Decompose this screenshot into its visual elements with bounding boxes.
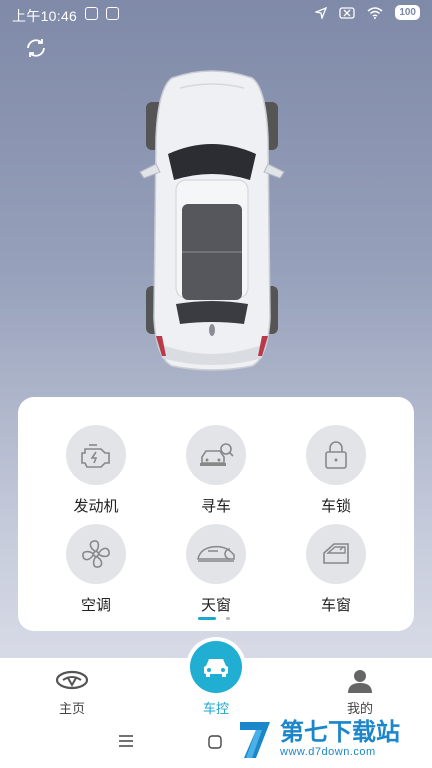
brand-logo-icon — [55, 670, 89, 690]
lock-label: 车锁 — [320, 498, 351, 515]
nav-me[interactable] — [315, 668, 405, 697]
ac-control[interactable]: 空调 — [41, 524, 151, 615]
find-car-icon — [200, 443, 234, 466]
menu-icon — [119, 735, 133, 747]
window-label: 车窗 — [320, 597, 351, 614]
user-icon — [348, 670, 372, 693]
vehicle-control-panel: 发动机 寻车 车锁 空调 天窗 车窗 — [18, 397, 414, 631]
watermark-logo-icon — [240, 722, 270, 758]
status-notification-icons — [85, 7, 119, 20]
refresh-button[interactable] — [24, 36, 48, 60]
lock-control[interactable]: 车锁 — [281, 425, 391, 516]
status-bar: 上午10:46 100 — [0, 0, 432, 28]
sunroof-icon — [197, 545, 235, 562]
page-dot[interactable] — [226, 617, 230, 620]
home-square-icon — [208, 735, 222, 749]
wifi-icon — [367, 6, 383, 19]
fan-icon — [82, 540, 110, 568]
engine-control[interactable]: 发动机 — [41, 425, 151, 516]
window-button-circle[interactable] — [306, 524, 366, 584]
cloud-notification-icon — [106, 7, 119, 20]
sunroof-button-circle[interactable] — [186, 524, 246, 584]
car-control-icon — [204, 659, 228, 677]
watermark: 第七下载站 www.d7down.com — [236, 716, 400, 760]
window-icon — [323, 543, 349, 564]
car-top-view — [132, 68, 292, 378]
watermark-url: www.d7down.com — [280, 746, 376, 758]
nav-home-label[interactable]: 主页 — [27, 698, 117, 717]
watermark-title: 第七下载站 — [280, 718, 400, 746]
sunroof-label: 天窗 — [200, 597, 231, 614]
engine-button-circle[interactable] — [66, 425, 126, 485]
ac-label: 空调 — [80, 597, 111, 614]
lock-button-circle[interactable] — [306, 425, 366, 485]
location-arrow-icon — [315, 6, 328, 19]
status-right: 100 — [315, 5, 420, 20]
engine-icon — [81, 444, 110, 468]
page-dot-active[interactable] — [198, 617, 216, 620]
page-indicator — [198, 617, 230, 620]
lock-icon — [325, 441, 347, 469]
engine-label: 发动机 — [73, 498, 119, 515]
notification-app-icon — [85, 7, 98, 20]
menu-button[interactable] — [119, 734, 133, 752]
sunroof-control[interactable]: 天窗 — [161, 524, 271, 615]
sim-off-icon — [339, 6, 355, 19]
ac-button-circle[interactable] — [66, 524, 126, 584]
nav-home[interactable] — [27, 670, 117, 693]
find-car-control[interactable]: 寻车 — [161, 425, 271, 516]
status-time: 上午10:46 — [12, 8, 78, 24]
nav-control-label[interactable]: 车控 — [171, 698, 261, 717]
find-car-button-circle[interactable] — [186, 425, 246, 485]
car-image — [139, 70, 285, 371]
refresh-icon — [27, 39, 45, 57]
window-control[interactable]: 车窗 — [281, 524, 391, 615]
home-button[interactable] — [208, 735, 222, 754]
nav-me-label[interactable]: 我的 — [315, 698, 405, 717]
battery-indicator: 100 — [395, 5, 420, 20]
car-control-button[interactable] — [190, 641, 242, 693]
find-car-label: 寻车 — [200, 498, 231, 515]
